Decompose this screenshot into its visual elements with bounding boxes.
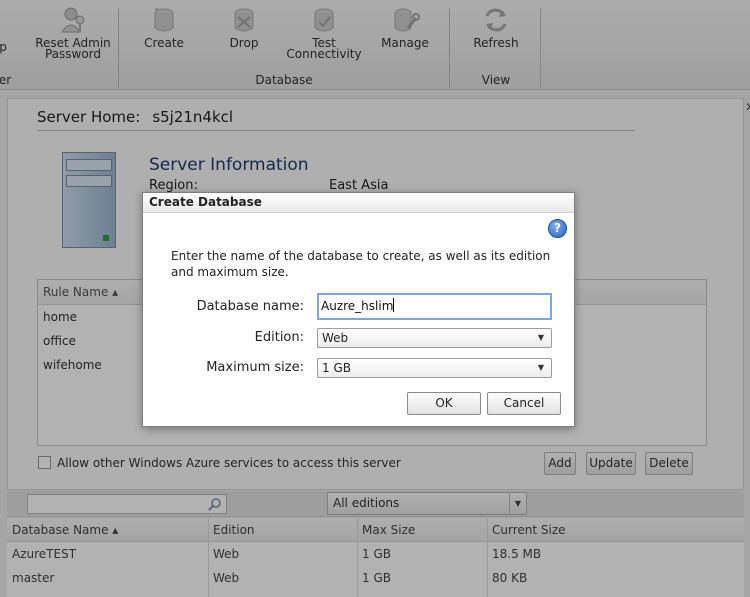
maximum-size-select[interactable]: 1 GB ▼ bbox=[317, 358, 552, 378]
maximum-size-value: 1 GB bbox=[322, 361, 351, 375]
help-icon[interactable]: ? bbox=[548, 219, 567, 238]
chevron-down-icon: ▼ bbox=[537, 333, 544, 342]
database-name-input[interactable]: Auzre_hslim bbox=[317, 293, 552, 320]
chevron-down-icon: ▼ bbox=[537, 363, 544, 372]
dialog-title: Create Database bbox=[143, 193, 574, 213]
database-name-label: Database name: bbox=[196, 299, 304, 314]
dialog-description: Enter the name of the database to create… bbox=[171, 249, 551, 279]
maximum-size-label: Maximum size: bbox=[206, 360, 304, 375]
cancel-button[interactable]: Cancel bbox=[487, 392, 561, 415]
edition-select-value: Web bbox=[322, 331, 349, 345]
ok-button[interactable]: OK bbox=[407, 392, 481, 415]
text-caret bbox=[393, 298, 395, 312]
database-name-value: Auzre_hslim bbox=[321, 299, 394, 313]
edition-select[interactable]: Web ▼ bbox=[317, 328, 552, 348]
create-database-dialog: Create Database ? Enter the name of the … bbox=[142, 192, 575, 427]
edition-label: Edition: bbox=[254, 330, 304, 345]
